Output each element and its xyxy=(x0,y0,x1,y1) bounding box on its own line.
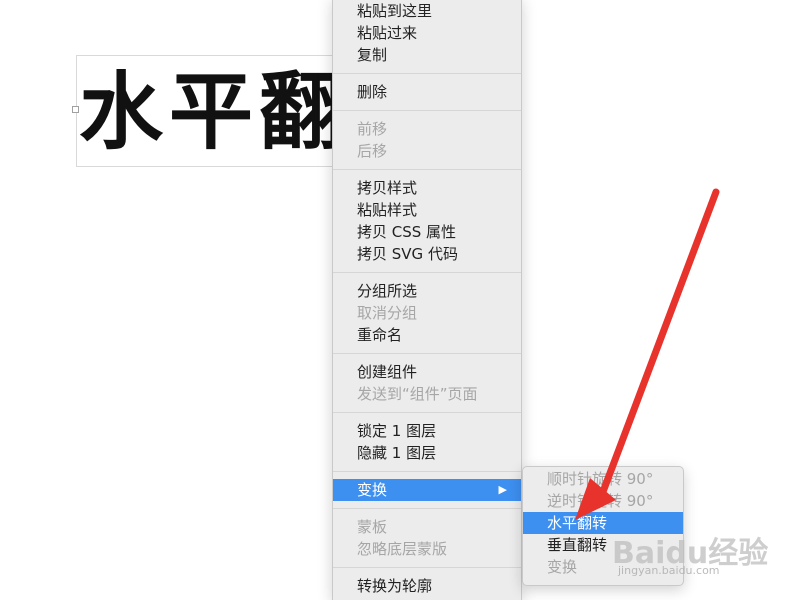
submenu-item-label: 变换 xyxy=(547,558,578,576)
menu-item-label: 变换 xyxy=(357,481,388,499)
menu-item-label: 拷贝 CSS 属性 xyxy=(357,223,457,241)
menu-separator xyxy=(333,471,521,472)
menu-item-label: 隐藏 1 图层 xyxy=(357,444,437,462)
menu-separator xyxy=(333,110,521,111)
menu-separator xyxy=(333,508,521,509)
menu-item-label: 重命名 xyxy=(357,326,403,344)
menu-item-label: 粘贴样式 xyxy=(357,201,418,219)
menu-item-label: 创建组件 xyxy=(357,363,418,381)
menu-item[interactable]: 删除 xyxy=(333,81,521,103)
menu-item[interactable]: 分组所选 xyxy=(333,280,521,302)
menu-item[interactable]: 创建组件 xyxy=(333,361,521,383)
menu-item-label: 忽略底层蒙版 xyxy=(357,540,448,558)
submenu-item[interactable]: 垂直翻转 xyxy=(523,534,683,556)
menu-item[interactable]: 变换 ▶ xyxy=(333,479,521,501)
menu-item[interactable]: 粘贴样式 xyxy=(333,199,521,221)
triangle-right-icon: ▶ xyxy=(498,483,507,496)
menu-item-label: 拷贝样式 xyxy=(357,179,418,197)
menu-item-label: 删除 xyxy=(357,83,388,101)
menu-item: 前移 xyxy=(333,118,521,140)
menu-item-label: 粘贴到这里 xyxy=(357,2,433,20)
menu-item[interactable]: 复制 xyxy=(333,44,521,66)
menu-separator xyxy=(333,412,521,413)
menu-item[interactable]: 隐藏 1 图层 xyxy=(333,442,521,464)
menu-item-label: 前移 xyxy=(357,120,388,138)
menu-item: 蒙板 xyxy=(333,516,521,538)
resize-handle[interactable] xyxy=(72,106,79,113)
canvas-text-layer[interactable]: 水平翻转 xyxy=(76,55,376,167)
menu-item[interactable]: 拷贝 CSS 属性 xyxy=(333,221,521,243)
transform-submenu: 顺时针旋转 90° 逆时针旋转 90° 水平翻转垂直翻转变换 xyxy=(522,466,684,586)
menu-item[interactable]: 拷贝样式 xyxy=(333,177,521,199)
submenu-item-label: 顺时针旋转 90° xyxy=(547,470,654,488)
menu-item-label: 粘贴过来 xyxy=(357,24,418,42)
menu-item: 取消分组 xyxy=(333,302,521,324)
submenu-item: 顺时针旋转 90° xyxy=(523,468,683,490)
menu-item-label: 复制 xyxy=(357,46,388,64)
menu-separator xyxy=(333,73,521,74)
menu-item-label: 拷贝 SVG 代码 xyxy=(357,245,458,263)
menu-item: 后移 xyxy=(333,140,521,162)
menu-item: 忽略底层蒙版 xyxy=(333,538,521,560)
menu-item-label: 发送到“组件”页面 xyxy=(357,385,478,403)
submenu-item-label: 逆时针旋转 90° xyxy=(547,492,654,510)
menu-item-label: 蒙板 xyxy=(357,518,388,536)
menu-item-label: 锁定 1 图层 xyxy=(357,422,437,440)
menu-item-label: 后移 xyxy=(357,142,388,160)
menu-item: 发送到“组件”页面 xyxy=(333,383,521,405)
menu-item-label: 取消分组 xyxy=(357,304,418,322)
menu-item[interactable]: 锁定 1 图层 xyxy=(333,420,521,442)
submenu-item[interactable]: 水平翻转 xyxy=(523,512,683,534)
menu-separator xyxy=(333,353,521,354)
submenu-item-label: 垂直翻转 xyxy=(547,536,608,554)
submenu-item: 变换 xyxy=(523,556,683,578)
menu-item[interactable]: 粘贴到这里 xyxy=(333,0,521,22)
submenu-item-label: 水平翻转 xyxy=(547,514,608,532)
menu-item[interactable]: 重命名 xyxy=(333,324,521,346)
annotation-arrow-shaft xyxy=(594,188,720,509)
menu-item-label: 转换为轮廓 xyxy=(357,577,433,595)
menu-separator xyxy=(333,169,521,170)
menu-separator xyxy=(333,567,521,568)
menu-item[interactable]: 粘贴过来 xyxy=(333,22,521,44)
menu-item[interactable]: 转换为轮廓 xyxy=(333,575,521,597)
submenu-item: 逆时针旋转 90° xyxy=(523,490,683,512)
menu-item-label: 分组所选 xyxy=(357,282,418,300)
menu-separator xyxy=(333,272,521,273)
menu-item[interactable]: 拷贝 SVG 代码 xyxy=(333,243,521,265)
context-menu: 粘贴到这里粘贴过来复制删除前移后移拷贝样式粘贴样式拷贝 CSS 属性 拷贝 SVG… xyxy=(332,0,522,600)
